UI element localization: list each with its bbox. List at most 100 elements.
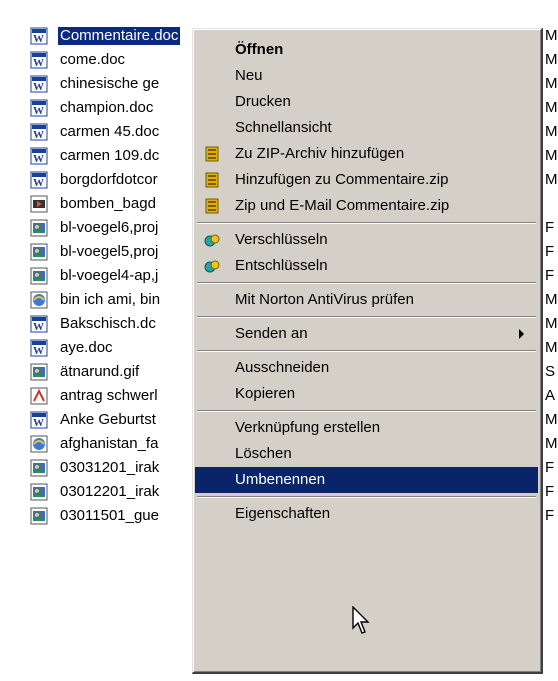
menu-item-label: Umbenennen [235,471,326,488]
menu-separator [197,316,536,318]
html-file-icon [30,291,48,309]
image-file-icon [30,363,48,381]
menu-separator [197,496,536,498]
file-name: champion.doc [60,99,154,116]
file-type: F [545,483,555,500]
file-name: Commentaire.doc [56,26,182,46]
menu-item-label: Hinzufügen zu Commentaire.zip [235,171,449,188]
menu-item-ausschneiden[interactable]: Ausschneiden [195,355,538,381]
word-doc-icon: W [30,51,48,69]
file-type: M [545,99,558,116]
menu-item-loeschen[interactable]: Löschen [195,441,538,467]
winzip-icon [203,171,221,189]
svg-text:W: W [33,177,44,189]
menu-item-senden-an[interactable]: Senden an [195,321,538,347]
file-name: chinesische ge [60,75,160,92]
menu-separator [197,410,536,412]
word-doc-icon: W [30,99,48,117]
word-doc-icon: W [30,147,48,165]
file-name: 03031201_irak [60,459,160,476]
word-doc-icon: W [30,339,48,357]
word-doc-icon: W [30,411,48,429]
file-name: aye.doc [60,339,113,356]
file-name: carmen 109.dc [60,147,160,164]
image-file-icon [30,507,48,525]
menu-item-verknuepfung[interactable]: Verknüpfung erstellen [195,415,538,441]
file-name: bl-voegel5,proj [60,243,159,260]
file-type: M [545,171,558,188]
svg-text:W: W [33,417,44,429]
file-name: Anke Geburtst [60,411,156,428]
svg-text:W: W [33,321,44,333]
file-name: 03012201_irak [60,483,160,500]
image-file-icon [30,483,48,501]
file-name: afghanistan_fa [60,435,159,452]
svg-text:W: W [33,345,44,357]
menu-item-label: Löschen [235,445,292,462]
file-name: bl-voegel4-ap,j [60,267,159,284]
menu-item-label: Drucken [235,93,291,110]
menu-item-label: Entschlüsseln [235,257,328,274]
word-doc-icon: W [30,75,48,93]
menu-item-zip-email[interactable]: Zip und E-Mail Commentaire.zip [195,193,538,219]
menu-item-label: Senden an [235,325,308,342]
menu-item-label: Zu ZIP-Archiv hinzufügen [235,145,405,162]
file-type: M [545,291,558,308]
menu-item-kopieren[interactable]: Kopieren [195,381,538,407]
winzip-icon [203,145,221,163]
menu-item-neu[interactable]: Neu [195,63,538,89]
menu-separator [197,350,536,352]
file-type: A [545,387,556,404]
menu-item-oeffnen[interactable]: Öffnen [195,37,538,63]
menu-item-label: Öffnen [235,41,284,58]
file-name: come.doc [60,51,126,68]
menu-item-drucken[interactable]: Drucken [195,89,538,115]
menu-item-label: Zip und E-Mail Commentaire.zip [235,197,450,214]
file-type: F [545,267,555,284]
file-name: antrag schwerl [60,387,158,404]
svg-text:W: W [33,153,44,165]
svg-text:W: W [33,129,44,141]
menu-item-zip-archiv[interactable]: Zu ZIP-Archiv hinzufügen [195,141,538,167]
image-file-icon [30,459,48,477]
svg-text:W: W [33,57,44,69]
menu-item-label: Schnellansicht [235,119,332,136]
file-type: M [545,27,558,44]
menu-separator [197,222,536,224]
menu-item-schnellansicht[interactable]: Schnellansicht [195,115,538,141]
image-file-icon [30,267,48,285]
encrypt-icon [203,231,221,249]
file-type: F [545,459,555,476]
pdf-file-icon [30,387,48,405]
file-name: ätnarund.gif [60,363,140,380]
word-doc-icon: W [30,27,48,45]
encrypt-icon [203,257,221,275]
context-menu: Öffnen Neu Drucken Schnellansicht Zu ZIP-Arc… [192,28,543,674]
menu-item-verschluesseln[interactable]: Verschlüsseln [195,227,538,253]
submenu-arrow-icon [519,329,524,339]
file-name: bin ich ami, bin [60,291,161,308]
file-name: borgdorfdotcor [60,171,158,188]
menu-item-label: Eigenschaften [235,505,331,522]
menu-item-label: Verknüpfung erstellen [235,419,381,436]
menu-item-label: Kopieren [235,385,296,402]
image-file-icon [30,243,48,261]
file-name: 03011501_gue [60,507,159,524]
menu-item-umbenennen[interactable]: Umbenennen [195,467,538,493]
menu-item-label: Verschlüsseln [235,231,328,248]
file-type: M [545,411,558,428]
file-name: bl-voegel6,proj [60,219,159,236]
mouse-cursor-icon [352,605,372,636]
menu-item-eigenschaften[interactable]: Eigenschaften [195,501,538,527]
svg-text:W: W [33,81,44,93]
file-type: F [545,219,555,236]
menu-item-entschluesseln[interactable]: Entschlüsseln [195,253,538,279]
svg-text:W: W [33,33,44,45]
menu-item-add-to-zip[interactable]: Hinzufügen zu Commentaire.zip [195,167,538,193]
file-name: Bakschisch.dc [60,315,156,332]
word-doc-icon: W [30,171,48,189]
menu-item-label: Neu [235,67,263,84]
menu-item-norton[interactable]: Mit Norton AntiVirus prüfen [195,287,538,313]
file-type: M [545,123,558,140]
menu-item-label: Ausschneiden [235,359,330,376]
